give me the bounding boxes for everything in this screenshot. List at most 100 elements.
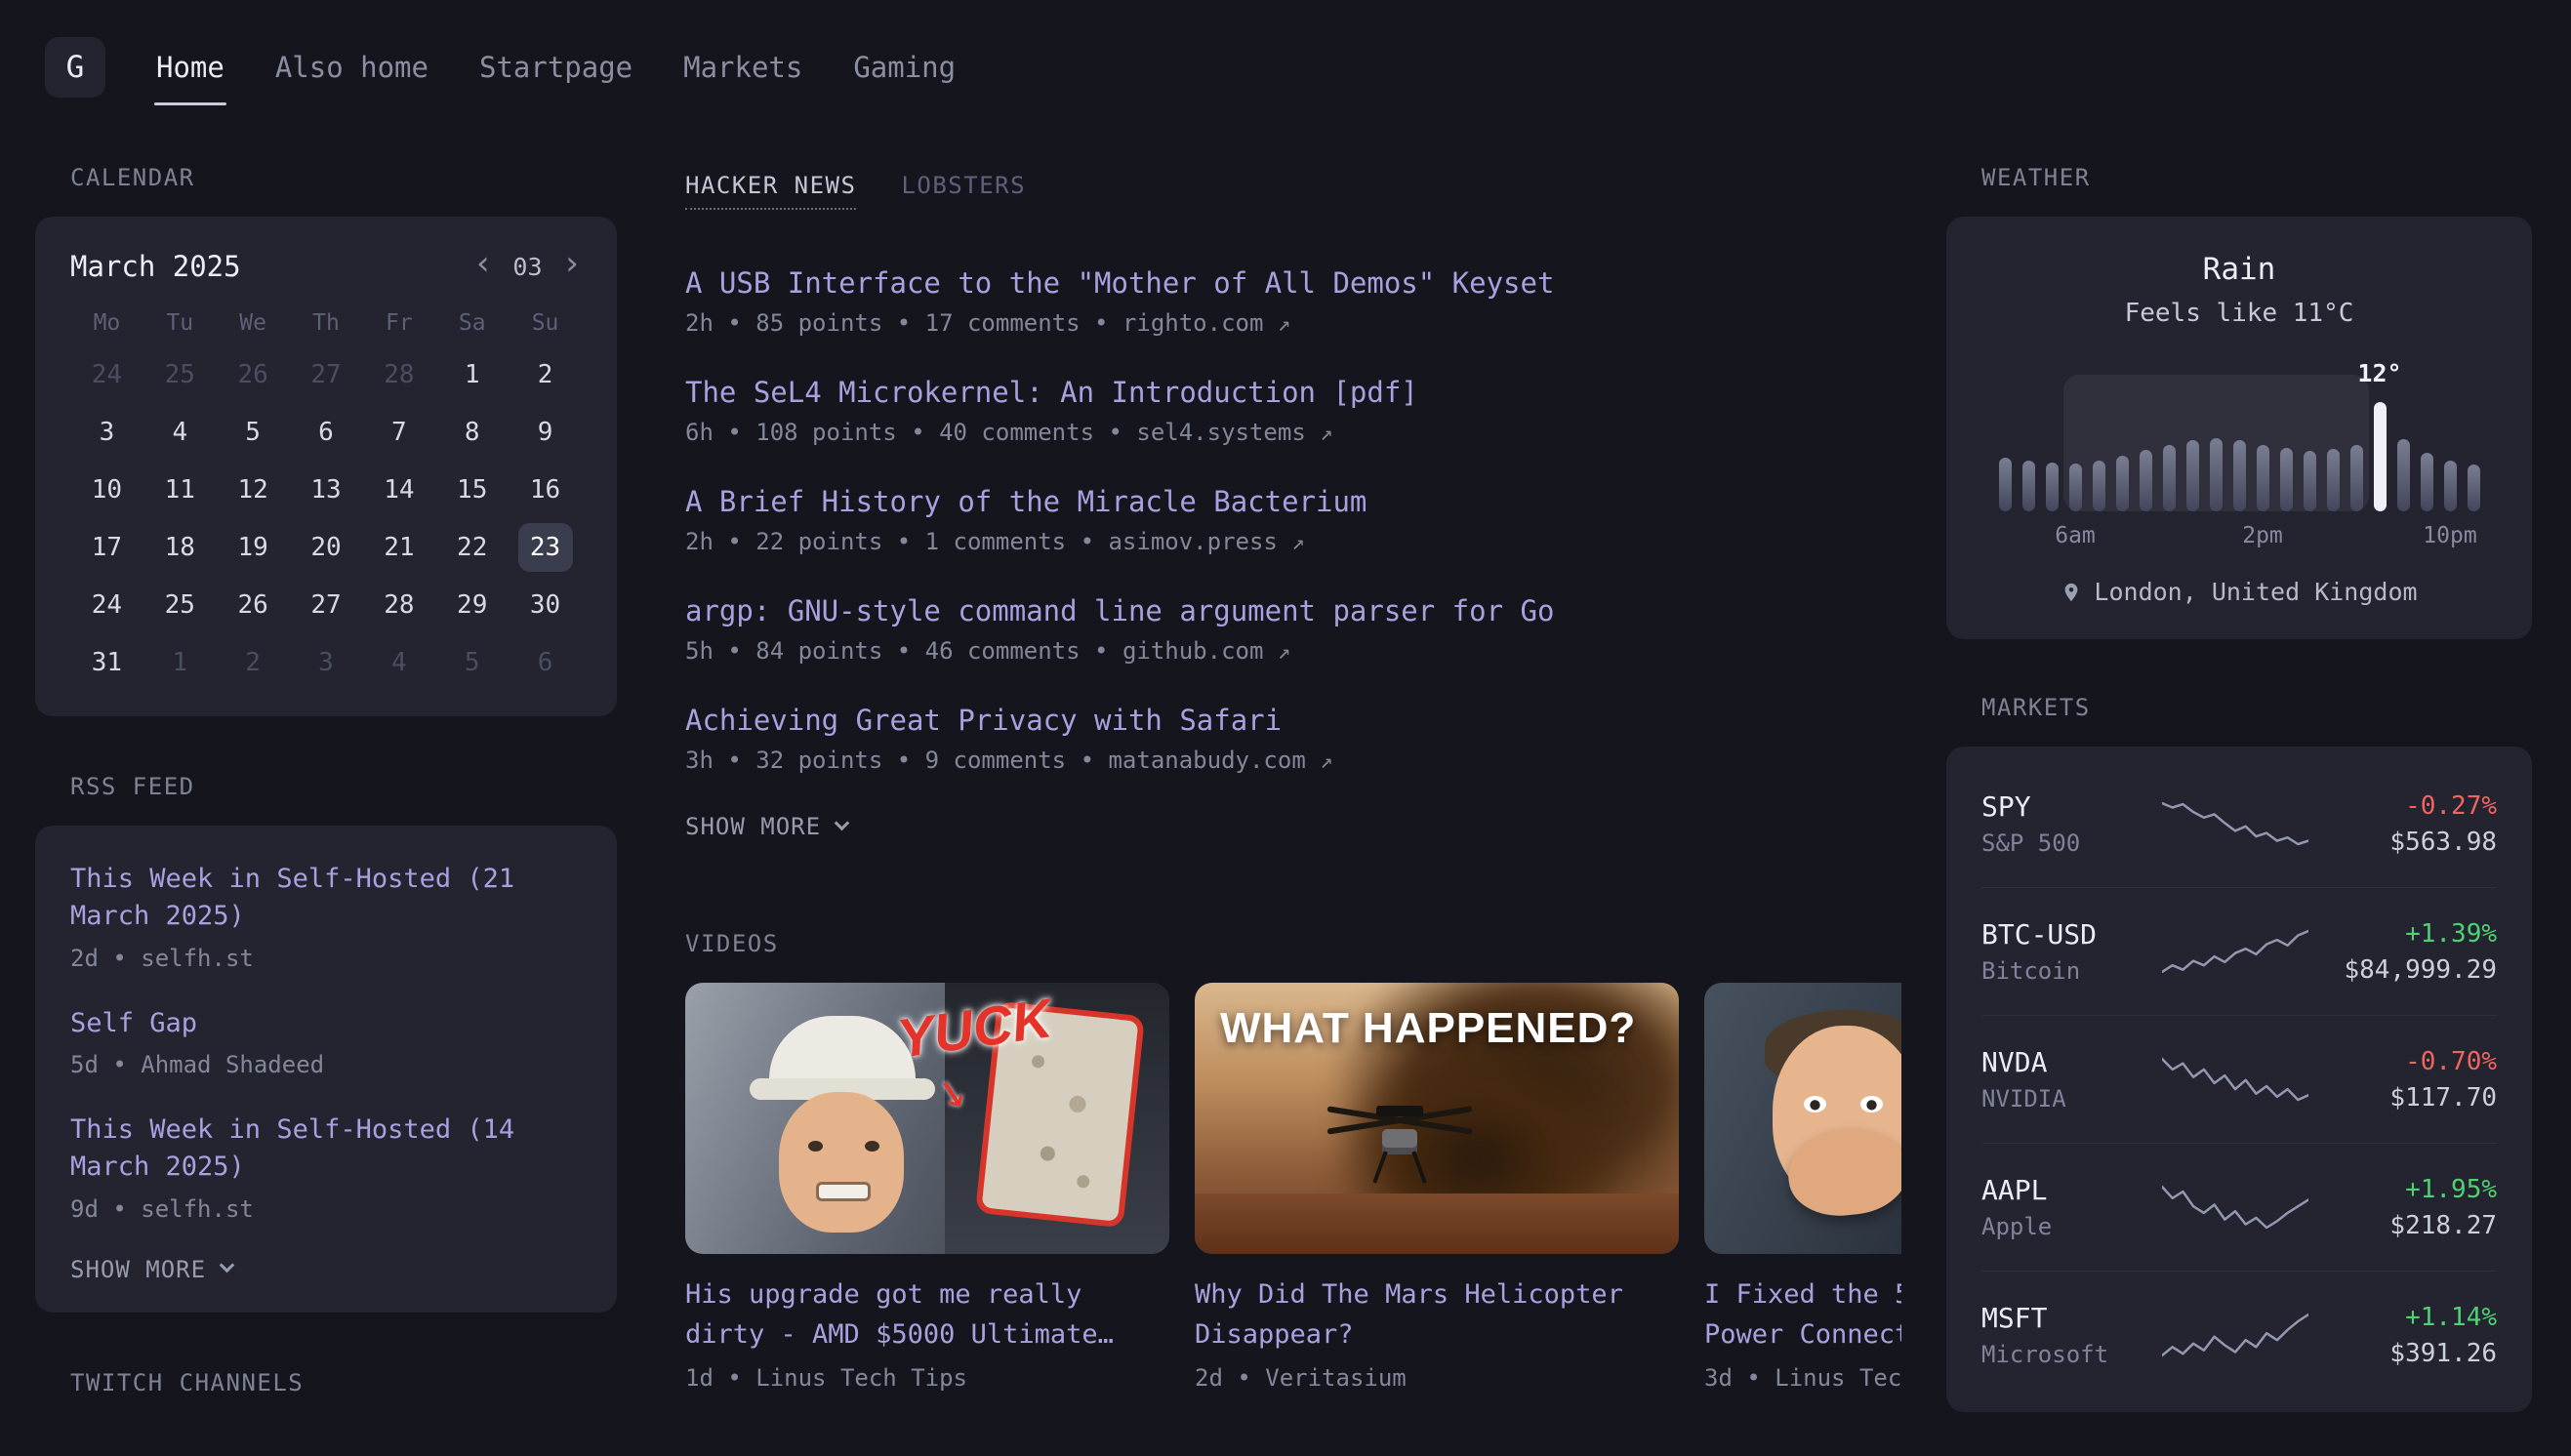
- calendar-day-today: 23: [509, 518, 582, 576]
- thumb-art-eye: [1804, 1096, 1826, 1112]
- rss-item-title[interactable]: This Week in Self-Hosted (21March 2025): [70, 861, 582, 936]
- calendar-weekday-label: We: [217, 310, 290, 336]
- market-values: -0.27%$563.98: [2332, 791, 2497, 857]
- thumb-art-eye: [808, 1141, 823, 1152]
- calendar-weekday-row: MoTuWeThFrSaSu: [70, 310, 582, 336]
- market-row[interactable]: BTC-USDBitcoin+1.39%$84,999.29: [1981, 887, 2497, 1015]
- news-item: Achieving Great Privacy with Safari3h • …: [685, 704, 1901, 774]
- news-item: A USB Interface to the "Mother of All De…: [685, 266, 1901, 337]
- rss-item-meta: 5d • Ahmad Shadeed: [70, 1051, 582, 1078]
- sparkline-svg: [2162, 798, 2308, 849]
- calendar-prev-icon[interactable]: ‹: [473, 247, 493, 280]
- rss-show-more-button[interactable]: SHOW MORE: [70, 1256, 582, 1283]
- calendar-day: 31: [70, 633, 143, 691]
- calendar-day: 24: [70, 345, 143, 403]
- weather-bar: [2304, 451, 2316, 511]
- news-item-meta: 6h • 108 points • 40 comments • sel4.sys…: [685, 419, 1901, 446]
- weather-time-labels: 6am2pm10pm: [1999, 523, 2480, 550]
- external-link-icon: ↗: [1278, 312, 1290, 337]
- nav-tab-home[interactable]: Home: [156, 0, 224, 135]
- video-title[interactable]: His upgrade got me reallydirty - AMD $50…: [685, 1275, 1169, 1355]
- sparkline-svg: [2162, 1182, 2308, 1233]
- calendar-day: 17: [70, 518, 143, 576]
- news-item-title[interactable]: The SeL4 Microkernel: An Introduction [p…: [685, 376, 1901, 409]
- market-row[interactable]: SPYS&P 500 -0.27%$563.98: [1981, 760, 2497, 887]
- market-price: $391.26: [2332, 1339, 2497, 1368]
- helicopter-part: [1372, 1151, 1387, 1183]
- calendar-day: 4: [143, 403, 217, 461]
- weather-bar: [2093, 461, 2105, 511]
- video-title[interactable]: Why Did The Mars HelicopterDisappear?: [1195, 1275, 1679, 1355]
- calendar-day: 6: [509, 633, 582, 691]
- video-thumbnail[interactable]: WHAT HAPPENED?: [1195, 983, 1679, 1254]
- calendar-day: 12: [217, 461, 290, 518]
- calendar-card: March 2025 ‹ 03 › MoTuWeThFrSaSu 2425262…: [35, 217, 617, 716]
- news-item-source[interactable]: github.com ↗: [1122, 637, 1290, 665]
- market-row[interactable]: MSFTMicrosoft+1.14%$391.26: [1981, 1271, 2497, 1398]
- feed-tab-hacker-news[interactable]: HACKER NEWS: [685, 172, 856, 210]
- market-identity: AAPLApple: [1981, 1174, 2139, 1240]
- market-row[interactable]: AAPLApple+1.95%$218.27: [1981, 1143, 2497, 1271]
- news-item-title[interactable]: A Brief History of the Miracle Bacterium: [685, 485, 1901, 518]
- market-price: $84,999.29: [2332, 955, 2497, 985]
- app-logo[interactable]: G: [45, 37, 105, 98]
- news-item-title[interactable]: A USB Interface to the "Mother of All De…: [685, 266, 1901, 300]
- calendar-header: March 2025 ‹ 03 ›: [70, 250, 582, 283]
- calendar-day: 1: [143, 633, 217, 691]
- rss-title-line: March 2025): [70, 898, 582, 935]
- market-sparkline: [2162, 1182, 2308, 1233]
- thumb-art-face: [779, 1092, 904, 1233]
- feed-show-more-label: SHOW MORE: [685, 813, 821, 840]
- nav-tab-markets[interactable]: Markets: [683, 0, 802, 135]
- video-title[interactable]: I Fixed the 5Power Connect: [1704, 1275, 1901, 1355]
- news-item-source[interactable]: matanabudy.com ↗: [1108, 747, 1332, 774]
- video-meta: 1d • Linus Tech Tips: [685, 1364, 1169, 1392]
- calendar-day: 7: [362, 403, 435, 461]
- rss-card: This Week in Self-Hosted (21March 2025)2…: [35, 826, 617, 1313]
- calendar-day: 30: [509, 576, 582, 633]
- weather-location-text: London, United Kingdom: [2094, 578, 2417, 606]
- calendar-next-icon[interactable]: ›: [562, 247, 582, 280]
- rss-item-title[interactable]: This Week in Self-Hosted (14March 2025): [70, 1112, 582, 1187]
- rss-show-more-label: SHOW MORE: [70, 1256, 206, 1283]
- left-column: CALENDAR March 2025 ‹ 03 › MoTuWeThFrSaS…: [35, 164, 617, 1396]
- calendar-day: 5: [217, 403, 290, 461]
- video-thumbnail[interactable]: YUCK↘: [685, 983, 1169, 1254]
- feed-show-more-button[interactable]: SHOW MORE: [685, 813, 1901, 840]
- news-item-source[interactable]: sel4.systems ↗: [1136, 419, 1332, 446]
- calendar-month-title: March 2025: [70, 250, 241, 283]
- calendar-day: 8: [435, 403, 509, 461]
- videos-widget: VIDEOS YUCK↘His upgrade got me reallydir…: [685, 930, 1901, 1392]
- news-item-title[interactable]: argp: GNU-style command line argument pa…: [685, 594, 1901, 627]
- video-meta: 2d • Veritasium: [1195, 1364, 1679, 1392]
- helicopter-part: [1382, 1129, 1417, 1154]
- weather-bar: [2444, 461, 2457, 511]
- calendar-day: 15: [435, 461, 509, 518]
- nav-tab-also-home[interactable]: Also home: [275, 0, 428, 135]
- nav-tab-gaming[interactable]: Gaming: [853, 0, 956, 135]
- rss-item-title[interactable]: Self Gap: [70, 1005, 582, 1042]
- market-identity: SPYS&P 500: [1981, 790, 2139, 857]
- news-item-title[interactable]: Achieving Great Privacy with Safari: [685, 704, 1901, 737]
- weather-chart: 12°: [1999, 363, 2480, 511]
- thumb-art-eye: [865, 1141, 879, 1152]
- nav-tab-startpage[interactable]: Startpage: [479, 0, 633, 135]
- market-sparkline: [2162, 926, 2308, 977]
- news-item-meta: 2h • 85 points • 17 comments • righto.co…: [685, 309, 1901, 337]
- market-name: Bitcoin: [1981, 957, 2139, 985]
- thumb-art-eye: [1860, 1096, 1883, 1112]
- news-item-source[interactable]: asimov.press ↗: [1108, 528, 1304, 555]
- weather-bar: [2350, 445, 2363, 511]
- market-symbol: MSFT: [1981, 1302, 2139, 1334]
- video-thumbnail[interactable]: DO: [1704, 983, 1901, 1254]
- weather-current-temp: 12°: [2357, 359, 2401, 387]
- weather-time-label: 2pm: [2242, 523, 2283, 548]
- weather-bar: [2046, 463, 2059, 511]
- weather-bar: [2257, 445, 2269, 511]
- video-item: YUCK↘ His upgrade got me reallydirty - AM…: [685, 983, 1169, 1392]
- feed-tab-lobsters[interactable]: LOBSTERS: [901, 172, 1026, 210]
- market-row[interactable]: NVDANVIDIA-0.70%$117.70: [1981, 1015, 2497, 1143]
- market-change: +1.95%: [2332, 1175, 2497, 1204]
- news-item-source[interactable]: righto.com ↗: [1122, 309, 1290, 337]
- weather-bar: [2233, 440, 2246, 511]
